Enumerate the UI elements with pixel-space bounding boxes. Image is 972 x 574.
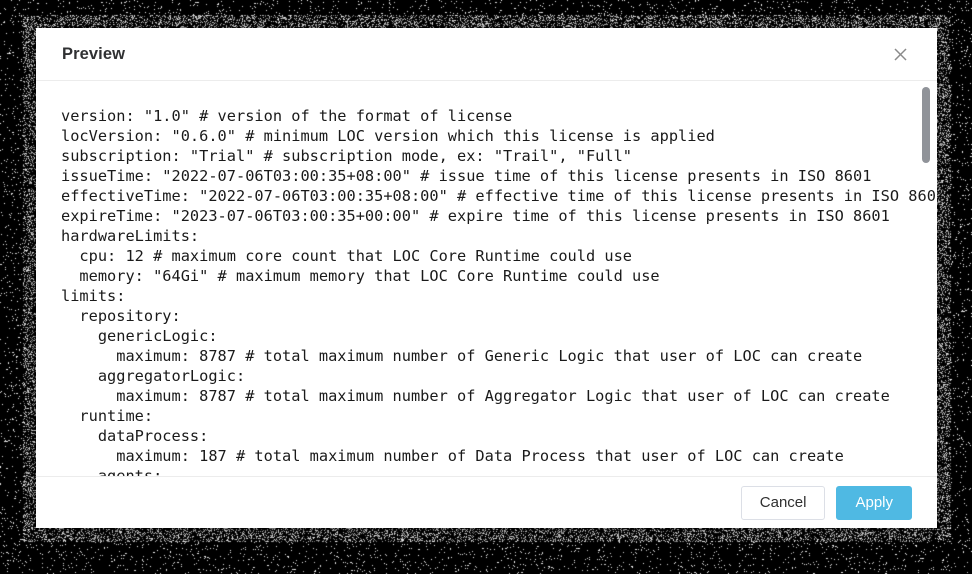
page-title: Preview xyxy=(62,44,126,63)
apply-button[interactable]: Apply xyxy=(836,485,912,520)
license-yaml-content: version: "1.0" # version of the format o… xyxy=(61,107,937,476)
license-text-scroll-area[interactable]: version: "1.0" # version of the format o… xyxy=(36,81,937,476)
close-button[interactable] xyxy=(887,41,913,67)
close-icon xyxy=(893,47,907,61)
cancel-button[interactable]: Cancel xyxy=(740,485,826,520)
vertical-scrollbar[interactable] xyxy=(922,81,930,476)
dialog-footer: Cancel Apply xyxy=(36,476,937,528)
dialog-body: version: "1.0" # version of the format o… xyxy=(36,81,937,476)
scrollbar-thumb[interactable] xyxy=(922,87,930,163)
preview-dialog: Preview version: "1.0" # version of the … xyxy=(36,28,937,528)
dialog-header: Preview xyxy=(36,28,937,81)
